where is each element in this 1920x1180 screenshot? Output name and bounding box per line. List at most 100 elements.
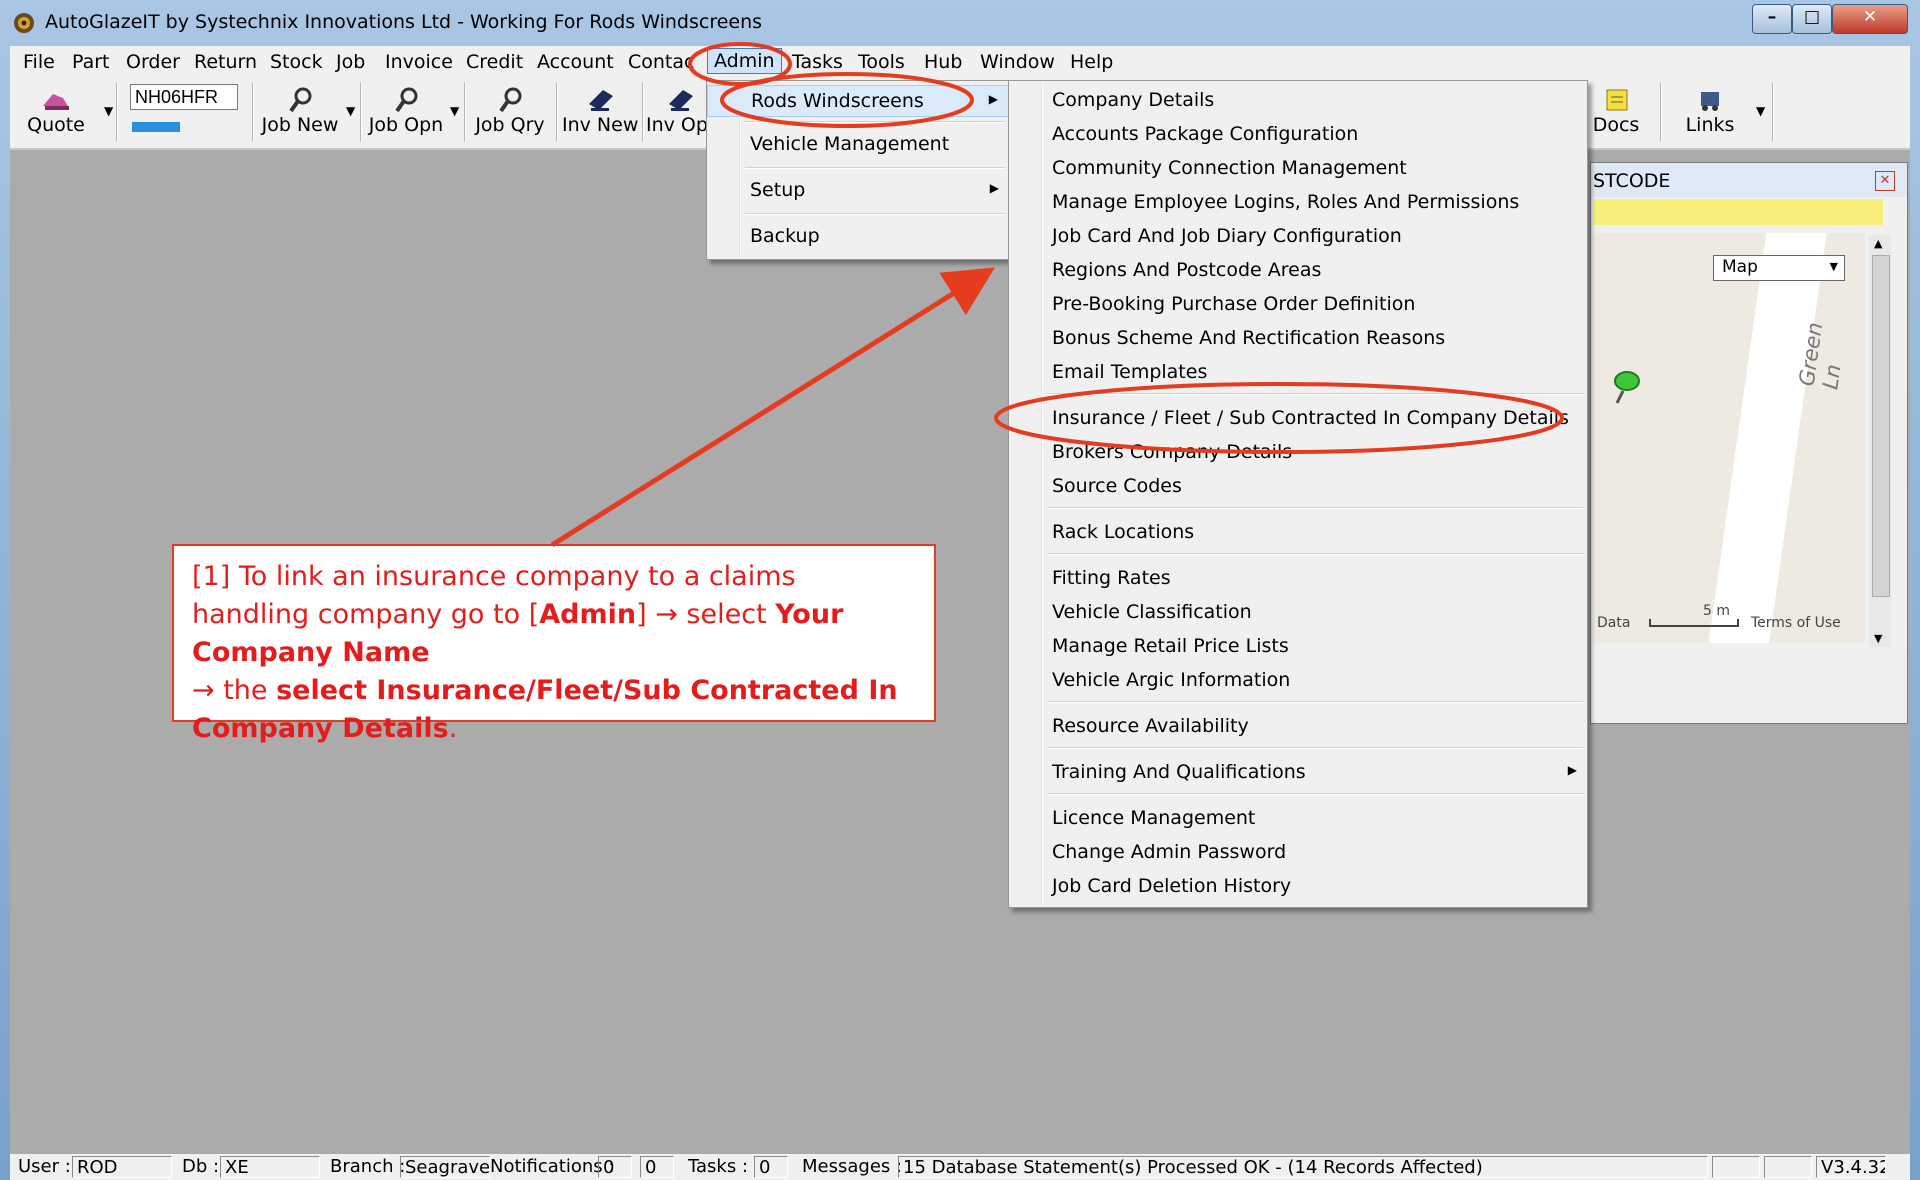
instruction-callout: [1] To link an insurance company to a cl… xyxy=(172,544,936,744)
invoice-new-label: Inv New xyxy=(562,114,639,136)
postcode-bar[interactable] xyxy=(1593,199,1883,225)
map-type-select[interactable]: Map ▼ xyxy=(1713,255,1845,281)
menu-prebooking-po[interactable]: Pre-Booking Purchase Order Definition xyxy=(1009,289,1587,321)
admin-menu-setup[interactable]: Setup ▶ xyxy=(707,175,1009,207)
menu-training-qualifications[interactable]: Training And Qualifications ▶ xyxy=(1009,757,1587,789)
scroll-up-icon[interactable]: ▲ xyxy=(1874,237,1882,250)
menu-insurance-fleet[interactable]: Insurance / Fleet / Sub Contracted In Co… xyxy=(1009,403,1587,435)
menu-help[interactable]: Help xyxy=(1070,51,1113,73)
menu-credit[interactable]: Credit xyxy=(466,51,523,73)
menu-email-templates[interactable]: Email Templates xyxy=(1009,357,1587,389)
menu-accounts-package[interactable]: Accounts Package Configuration xyxy=(1009,119,1587,151)
location-pin-icon xyxy=(1614,371,1640,404)
menu-item-label: Setup xyxy=(750,179,806,201)
scroll-down-icon[interactable]: ▼ xyxy=(1874,632,1882,645)
map-data-label: Data xyxy=(1597,615,1631,631)
menu-window[interactable]: Window xyxy=(980,51,1055,73)
job-new-dropdown-icon[interactable]: ▼ xyxy=(346,104,355,118)
map-scrollbar[interactable]: ▲ ▼ xyxy=(1869,235,1891,647)
menu-tasks[interactable]: Tasks xyxy=(792,51,843,73)
status-panel xyxy=(1764,1156,1812,1178)
menu-return[interactable]: Return xyxy=(194,51,257,73)
registration-input[interactable] xyxy=(130,84,238,110)
menu-invoice[interactable]: Invoice xyxy=(385,51,453,73)
links-button[interactable]: Links xyxy=(1666,78,1754,144)
map-scale-label: 5 m xyxy=(1703,603,1730,619)
menu-source-codes[interactable]: Source Codes xyxy=(1009,471,1587,503)
admin-menu-vehicle-management[interactable]: Vehicle Management xyxy=(707,129,1009,161)
scroll-thumb[interactable] xyxy=(1872,255,1890,597)
menu-vehicle-classification[interactable]: Vehicle Classification xyxy=(1009,597,1587,629)
menu-rack-locations[interactable]: Rack Locations xyxy=(1009,517,1587,549)
menu-contacts[interactable]: Contac xyxy=(628,51,694,73)
menu-file[interactable]: File xyxy=(23,51,55,73)
docs-button[interactable]: Docs xyxy=(1576,78,1656,144)
menu-fitting-rates[interactable]: Fitting Rates xyxy=(1009,563,1587,595)
menu-item-label: Vehicle Argic Information xyxy=(1052,669,1291,691)
menu-brokers[interactable]: Brokers Company Details xyxy=(1009,437,1587,469)
invoice-new-button[interactable]: Inv New xyxy=(562,78,638,144)
menu-item-label: Community Connection Management xyxy=(1052,157,1407,179)
menu-tools[interactable]: Tools xyxy=(858,51,905,73)
admin-menu-company[interactable]: Rods Windscreens ▶ xyxy=(707,85,1009,117)
menu-bonus-scheme[interactable]: Bonus Scheme And Rectification Reasons xyxy=(1009,323,1587,355)
branch-label: Branch : xyxy=(330,1156,406,1177)
maximize-icon: □ xyxy=(1803,7,1821,27)
menu-change-admin-password[interactable]: Change Admin Password xyxy=(1009,837,1587,869)
admin-menu-backup[interactable]: Backup xyxy=(707,221,1009,253)
menu-job-card-config[interactable]: Job Card And Job Diary Configuration xyxy=(1009,221,1587,253)
close-button[interactable]: ✕ xyxy=(1832,4,1908,34)
menu-item-label: Regions And Postcode Areas xyxy=(1052,259,1322,281)
submenu-arrow-icon: ▶ xyxy=(989,181,999,195)
menu-part[interactable]: Part xyxy=(72,51,110,73)
links-icon xyxy=(1701,92,1719,111)
job-new-button[interactable]: Job New xyxy=(260,78,340,144)
menu-regions-postcode[interactable]: Regions And Postcode Areas xyxy=(1009,255,1587,287)
app-icon xyxy=(14,13,34,33)
map-panel-title: STCODE xyxy=(1593,170,1671,192)
menu-community-connection[interactable]: Community Connection Management xyxy=(1009,153,1587,185)
links-label: Links xyxy=(1685,114,1735,136)
status-panel xyxy=(1712,1156,1760,1178)
maximize-button[interactable]: □ xyxy=(1792,4,1832,34)
menu-bar: File Part Order Return Stock Job Invoice… xyxy=(10,46,1910,78)
menu-item-label: Training And Qualifications xyxy=(1052,761,1306,783)
menu-item-label: Manage Retail Price Lists xyxy=(1052,635,1289,657)
menu-resource-availability[interactable]: Resource Availability xyxy=(1009,711,1587,743)
quote-button[interactable]: Quote xyxy=(16,78,96,144)
menu-order[interactable]: Order xyxy=(126,51,180,73)
job-query-button[interactable]: Job Qry xyxy=(470,78,550,144)
user-value: ROD xyxy=(72,1156,172,1178)
map-road xyxy=(1702,233,1829,643)
map-view[interactable]: Green Ln Map ▼ Data 5 m Terms of Use xyxy=(1593,233,1865,643)
magnifier-icon xyxy=(499,87,522,113)
callout-text: [1] To link an insurance company to a cl… xyxy=(192,558,916,748)
map-terms-link[interactable]: Terms of Use xyxy=(1751,615,1841,631)
menu-item-label: Job Card Deletion History xyxy=(1052,875,1292,897)
quote-dropdown-icon[interactable]: ▼ xyxy=(104,104,113,118)
menu-item-label: Rods Windscreens xyxy=(751,90,924,112)
map-type-dropdown-icon: ▼ xyxy=(1829,260,1838,273)
menu-hub[interactable]: Hub xyxy=(924,51,962,73)
menu-stock[interactable]: Stock xyxy=(270,51,323,73)
minimize-button[interactable]: – xyxy=(1752,4,1792,34)
menu-admin[interactable]: Admin xyxy=(707,48,782,74)
menu-separator xyxy=(1047,747,1583,749)
job-open-button[interactable]: Job Opn xyxy=(366,78,446,144)
map-type-value: Map xyxy=(1722,257,1758,277)
invoice-open-button[interactable]: Inv Opn xyxy=(646,78,714,144)
menu-company-details[interactable]: Company Details xyxy=(1009,85,1587,117)
menu-licence-management[interactable]: Licence Management xyxy=(1009,803,1587,835)
submenu-arrow-icon: ▶ xyxy=(1567,763,1577,777)
job-open-dropdown-icon[interactable]: ▼ xyxy=(450,104,459,118)
notifications-label: Notifications : xyxy=(490,1156,615,1177)
links-dropdown-icon[interactable]: ▼ xyxy=(1756,104,1765,118)
menu-retail-price-lists[interactable]: Manage Retail Price Lists xyxy=(1009,631,1587,663)
menu-account[interactable]: Account xyxy=(537,51,614,73)
menu-vehicle-argic[interactable]: Vehicle Argic Information xyxy=(1009,665,1587,697)
map-panel-close-icon[interactable]: ✕ xyxy=(1875,171,1895,191)
menu-job-card-deletion[interactable]: Job Card Deletion History xyxy=(1009,871,1587,903)
menu-separator xyxy=(745,121,1005,123)
menu-employee-logins[interactable]: Manage Employee Logins, Roles And Permis… xyxy=(1009,187,1587,219)
menu-job[interactable]: Job xyxy=(336,51,365,73)
